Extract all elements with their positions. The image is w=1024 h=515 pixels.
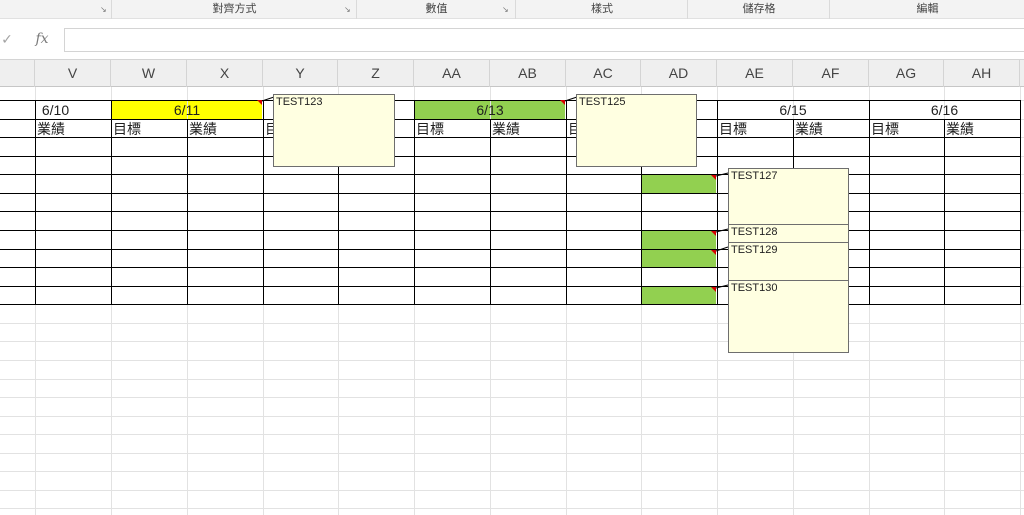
comment-box[interactable]: TEST130 [728, 280, 849, 353]
comment-box[interactable]: TEST123 [273, 94, 395, 167]
column-header-x[interactable]: X [187, 60, 263, 87]
comment-box[interactable]: TEST128 [728, 224, 849, 244]
worksheet-grid[interactable]: 6/10 6/11 6/13 6/15 6/16 業績 目標 業績 目標 業績 … [0, 87, 1024, 515]
enter-check-icon[interactable]: ✓ [0, 29, 14, 49]
comment-box[interactable]: TEST125 [576, 94, 697, 167]
column-header-y[interactable]: Y [263, 60, 338, 87]
column-header-w[interactable]: W [111, 60, 187, 87]
comment-box[interactable]: TEST129 [728, 242, 849, 282]
formula-input[interactable] [64, 28, 1024, 52]
ribbon-group-editing: 編輯 [916, 3, 939, 15]
column-header-row: V W X Y Z AA AB AC AD AE AF AG AH [0, 60, 1024, 87]
column-header-ac[interactable]: AC [566, 60, 641, 87]
dialog-launcher-icon[interactable]: ↘ [100, 5, 109, 14]
ribbon-group-cells: 儲存格 [689, 0, 830, 19]
column-header-ab[interactable]: AB [490, 60, 566, 87]
ribbon-group-font-tail [0, 0, 112, 19]
ribbon-group-alignment: 對齊方式 [113, 0, 357, 19]
column-header-ad[interactable]: AD [641, 60, 717, 87]
ribbon-group-styles: 樣式 [517, 0, 688, 19]
insert-function-icon[interactable]: fx [31, 29, 53, 49]
column-header-ah[interactable]: AH [944, 60, 1020, 87]
column-header-v[interactable]: V [35, 60, 111, 87]
ribbon-group-labels: ↘ 對齊方式 ↘ 數值 ↘ 樣式 儲存格 編輯 [0, 0, 1024, 19]
ribbon-group-number: 數值 [358, 0, 516, 19]
dialog-launcher-icon[interactable]: ↘ [502, 5, 511, 14]
column-header-ae[interactable]: AE [717, 60, 793, 87]
column-header-partial[interactable] [0, 60, 35, 87]
formula-bar: ✓ fx [0, 19, 1024, 60]
dialog-launcher-icon[interactable]: ↘ [344, 5, 353, 14]
column-header-z[interactable]: Z [338, 60, 414, 87]
comment-connectors [261, 96, 729, 289]
column-header-partial-right[interactable] [1020, 60, 1024, 87]
column-header-aa[interactable]: AA [414, 60, 490, 87]
column-header-ag[interactable]: AG [869, 60, 944, 87]
column-header-af[interactable]: AF [793, 60, 869, 87]
